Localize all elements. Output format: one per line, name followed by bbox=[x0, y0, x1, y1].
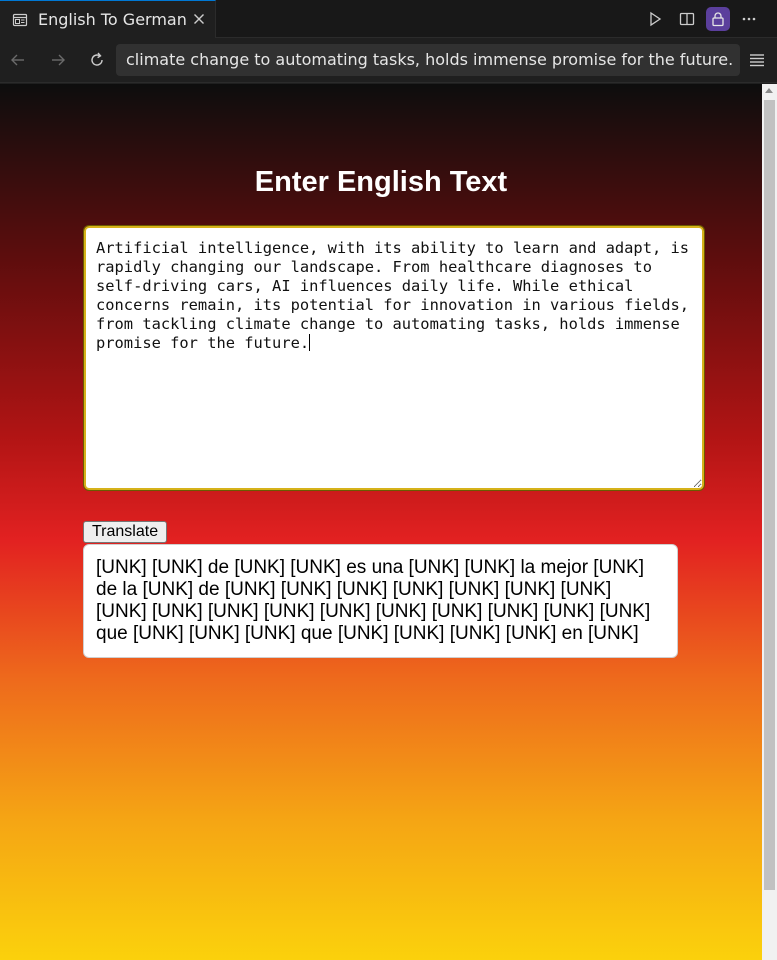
input-text: Artificial intelligence, with its abilit… bbox=[96, 239, 699, 352]
translation-output: [UNK] [UNK] de [UNK] [UNK] es una [UNK] … bbox=[83, 544, 678, 658]
close-icon[interactable] bbox=[191, 11, 207, 27]
tab-english-to-german[interactable]: English To German bbox=[0, 0, 216, 38]
split-editor-icon[interactable] bbox=[675, 7, 699, 31]
reload-icon[interactable] bbox=[86, 49, 108, 71]
scroll-up-arrow-icon[interactable] bbox=[765, 88, 773, 93]
tab-bar: English To German bbox=[0, 0, 777, 38]
tab-title: English To German bbox=[38, 10, 187, 29]
navigation-bar: climate change to automating tasks, hold… bbox=[0, 39, 777, 83]
translate-button[interactable]: Translate bbox=[83, 521, 168, 543]
resize-grip-icon[interactable] bbox=[691, 477, 701, 487]
run-icon[interactable] bbox=[643, 7, 667, 31]
more-actions-icon[interactable] bbox=[737, 7, 761, 31]
lock-icon[interactable] bbox=[706, 7, 730, 31]
forward-arrow-icon[interactable] bbox=[47, 49, 69, 71]
browser-preview-icon bbox=[12, 12, 28, 28]
page-viewport: Enter English Text Artificial intelligen… bbox=[0, 84, 762, 960]
english-text-input[interactable]: Artificial intelligence, with its abilit… bbox=[83, 225, 705, 491]
back-arrow-icon[interactable] bbox=[7, 49, 29, 71]
vertical-scrollbar[interactable] bbox=[762, 84, 777, 960]
page-heading: Enter English Text bbox=[254, 166, 508, 198]
address-bar[interactable]: climate change to automating tasks, hold… bbox=[116, 44, 740, 76]
menu-icon[interactable] bbox=[746, 49, 768, 71]
scrollbar-thumb[interactable] bbox=[764, 100, 775, 890]
text-caret bbox=[309, 334, 311, 351]
